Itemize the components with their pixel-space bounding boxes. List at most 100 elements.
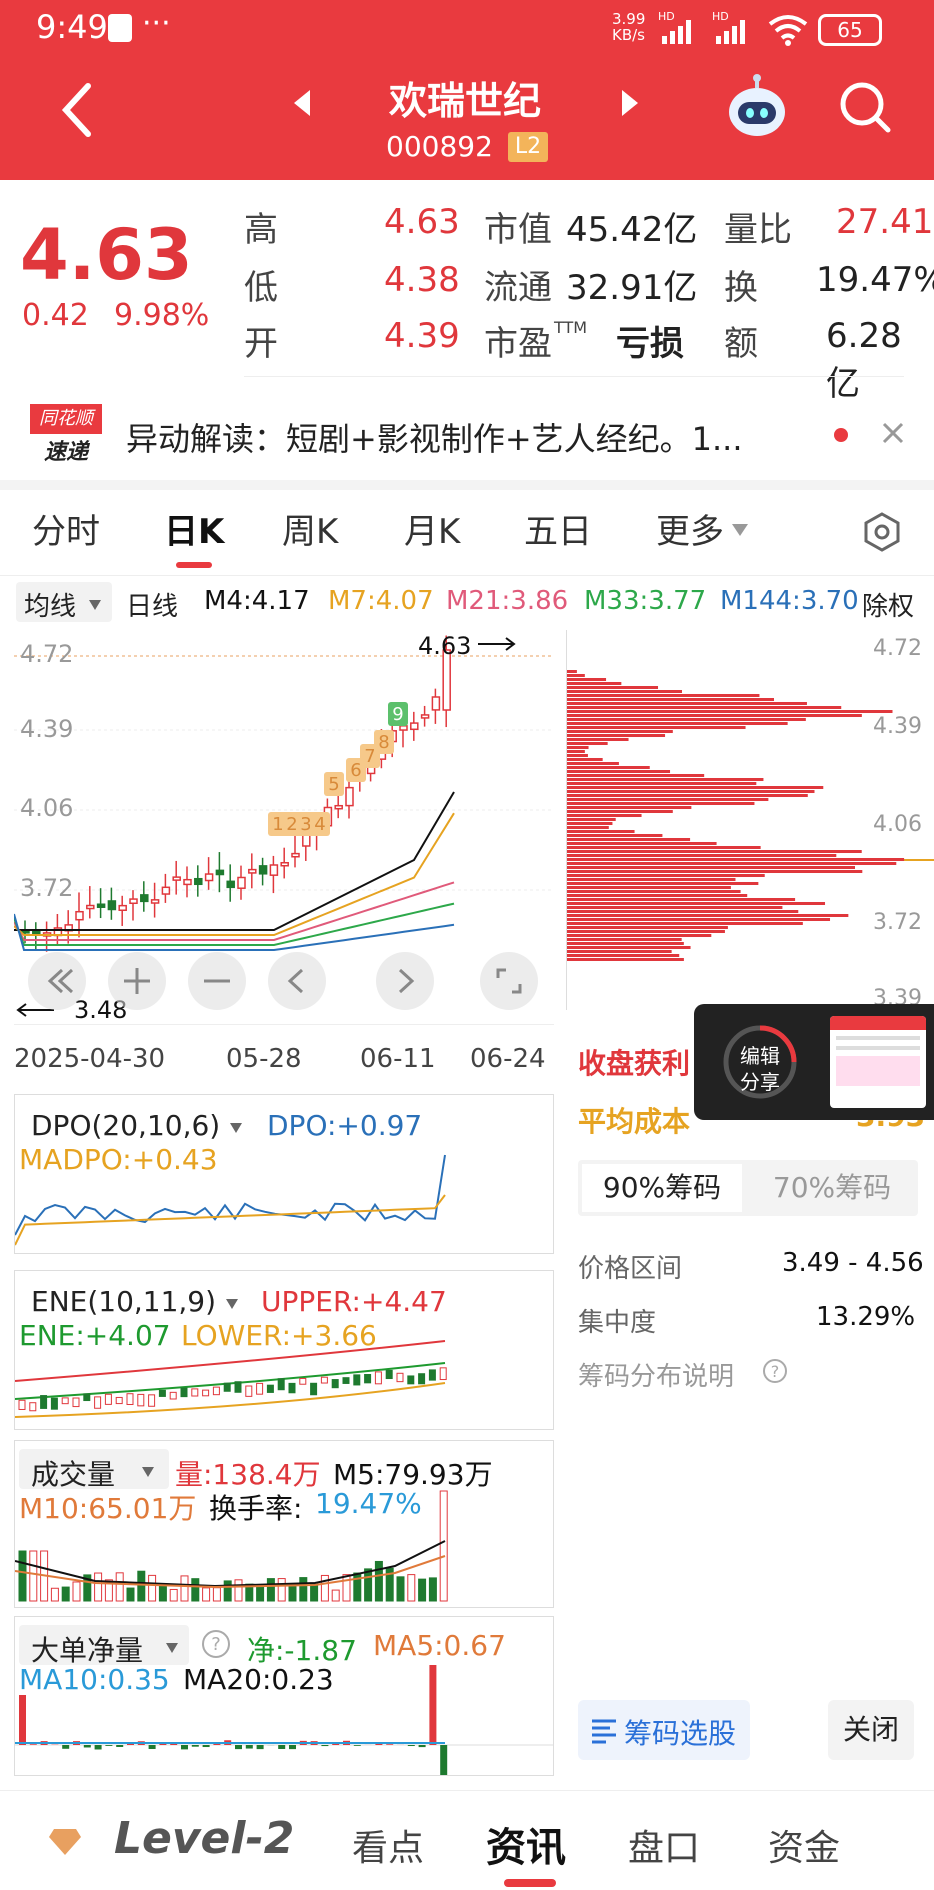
turnover-label: 换	[724, 268, 758, 308]
adjust-label[interactable]: 除权	[862, 586, 914, 623]
volume-bar	[288, 1585, 297, 1602]
robot-assistant-icon[interactable]	[724, 74, 790, 140]
bigorder-bar	[353, 1745, 361, 1746]
tab-monthly-k[interactable]: 月K	[404, 490, 460, 575]
app-notification-icon	[108, 14, 132, 42]
back-arrow-icon[interactable]	[56, 78, 100, 142]
chip-bar	[567, 934, 712, 937]
volume-bar	[299, 1577, 308, 1602]
dpo-panel[interactable]: DPO(20,10,6) DPO:+0.97 MADPO:+0.43	[14, 1094, 554, 1254]
tab-intraday[interactable]: 分时	[32, 490, 100, 575]
chip-select-button[interactable]: 筹码选股	[578, 1700, 750, 1760]
candle-body	[431, 696, 441, 711]
chip-bar	[567, 698, 774, 701]
chip-bar	[567, 882, 759, 885]
ene-candle	[223, 1382, 231, 1392]
volume-bar	[137, 1570, 146, 1602]
nav-highlights[interactable]: 看点	[352, 1819, 424, 1871]
nav-funds[interactable]: 资金	[768, 1819, 840, 1871]
nav-orderbook[interactable]: 盘口	[628, 1819, 700, 1871]
divider	[244, 376, 904, 377]
bigorder-panel[interactable]: 大单净量 ? 净:-1.87 MA5:0.67 MA10:0.35 MA20:0…	[14, 1616, 554, 1776]
scroll-left-icon[interactable]	[268, 952, 326, 1010]
volume-bar	[18, 1550, 27, 1602]
bottom-nav: Level-2 看点 资讯 盘口 资金	[0, 1790, 934, 1890]
last-price: 4.63	[20, 214, 193, 296]
chip-bar	[567, 762, 619, 765]
net-speed-value: 3.99	[612, 10, 646, 28]
chip-help-label[interactable]: 筹码分布说明	[578, 1356, 734, 1393]
candle-body	[420, 714, 430, 719]
ene-panel[interactable]: ENE(10,11,9) UPPER:+4.47 ENE:+4.07 LOWER…	[14, 1270, 554, 1430]
ene-candle	[310, 1382, 318, 1396]
tab-70-chips[interactable]: 70%筹码	[752, 1164, 912, 1212]
status-bar: 9:49 ··· 3.99 KB/s HD HD 65	[0, 0, 934, 60]
chip-close-button[interactable]: 关闭	[828, 1700, 914, 1760]
bigorder-bar	[407, 1745, 415, 1747]
ene-candle	[104, 1393, 112, 1405]
ma-legend-bar: 均线 日线 M4:4.17 M7:4.07 M21:3.86 M33:3.77 …	[0, 580, 934, 626]
candle-body	[280, 861, 289, 867]
kline-chart[interactable]: 123456789 4.72 4.39 4.06 3.72 4.63 3.48	[14, 630, 554, 1025]
candle-body	[269, 864, 279, 876]
dropdown-triangle-icon	[730, 522, 750, 538]
fullscreen-icon[interactable]	[480, 952, 538, 1010]
chip-bar	[567, 854, 837, 857]
tab-more[interactable]: 更多	[656, 490, 724, 575]
chip-bar	[567, 878, 736, 881]
bigorder-bar	[386, 1744, 394, 1745]
bigorder-bar	[62, 1745, 70, 1749]
close-icon[interactable]	[878, 418, 908, 448]
next-stock-icon[interactable]	[618, 88, 642, 118]
chip-bar	[567, 922, 803, 925]
volume-bar	[342, 1574, 351, 1602]
chip-distribution[interactable]: 4.72 4.39 4.06 3.72 3.39	[566, 630, 934, 1010]
chip-bar	[567, 770, 671, 773]
avg-cost-label: 平均成本	[578, 1105, 691, 1138]
turnover-value: 19.47%	[816, 260, 934, 300]
settings-hex-icon[interactable]	[862, 512, 902, 552]
search-icon[interactable]	[838, 80, 892, 134]
help-icon[interactable]: ?	[762, 1358, 788, 1384]
news-ticker[interactable]: 同花顺 速递 异动解读：短剧+影视制作+艺人经纪。1...	[0, 390, 934, 480]
chip-bar	[567, 786, 824, 789]
bigorder-bar	[278, 1745, 286, 1749]
chip-bar	[567, 690, 682, 693]
news-text[interactable]: 异动解读：短剧+影视制作+艺人经纪。1...	[126, 414, 816, 460]
candle-body	[258, 865, 268, 875]
ene-candle	[288, 1382, 296, 1394]
ene-candle	[212, 1386, 220, 1396]
dpo-svg	[15, 1154, 446, 1246]
tab-weekly-k[interactable]: 周K	[282, 490, 338, 575]
volume-bar	[126, 1587, 135, 1602]
tab-five-day[interactable]: 五日	[524, 490, 592, 575]
ths-logo-top: 同花顺	[30, 404, 102, 434]
screenshot-thumbnail[interactable]	[830, 1016, 926, 1108]
price-change-pct: 9.98%	[114, 298, 210, 333]
nav-level2[interactable]: Level-2	[114, 1813, 294, 1864]
quote-panel: 4.63 0.42 9.98% 高 4.63 市值 45.42亿 量比 27.4…	[0, 180, 934, 404]
scroll-right-icon[interactable]	[376, 952, 434, 1010]
share-popup[interactable]: 编辑 分享	[694, 1004, 934, 1120]
battery-icon: 65	[818, 14, 882, 46]
plus-icon[interactable]	[108, 952, 166, 1010]
ene-candle	[299, 1377, 307, 1385]
nav-news[interactable]: 资讯	[486, 1815, 566, 1873]
ma21-value: M21:3.86	[446, 586, 569, 616]
ma-selector[interactable]: 均线	[24, 586, 76, 623]
prev-stock-icon[interactable]	[290, 88, 314, 118]
volume-panel[interactable]: 成交量 量:138.4万 M5:79.93万 M10:65.01万 换手率: 1…	[14, 1440, 554, 1608]
ma7-value: M7:4.07	[328, 586, 434, 616]
bigorder-bar	[440, 1745, 448, 1775]
ene-candle	[407, 1375, 415, 1385]
chip-y-tick-1: 4.39	[873, 714, 922, 739]
chip-bar	[567, 938, 682, 941]
chip-bar	[567, 918, 831, 921]
zoom-out-icon[interactable]	[28, 952, 86, 1010]
x-tick-2: 06-11	[360, 1044, 436, 1074]
bigorder-bar	[29, 1744, 37, 1745]
candle-body	[172, 876, 181, 881]
minus-icon[interactable]	[188, 952, 246, 1010]
tab-90-chips[interactable]: 90%筹码	[582, 1164, 742, 1212]
chip-select-label: 筹码选股	[624, 1717, 737, 1750]
